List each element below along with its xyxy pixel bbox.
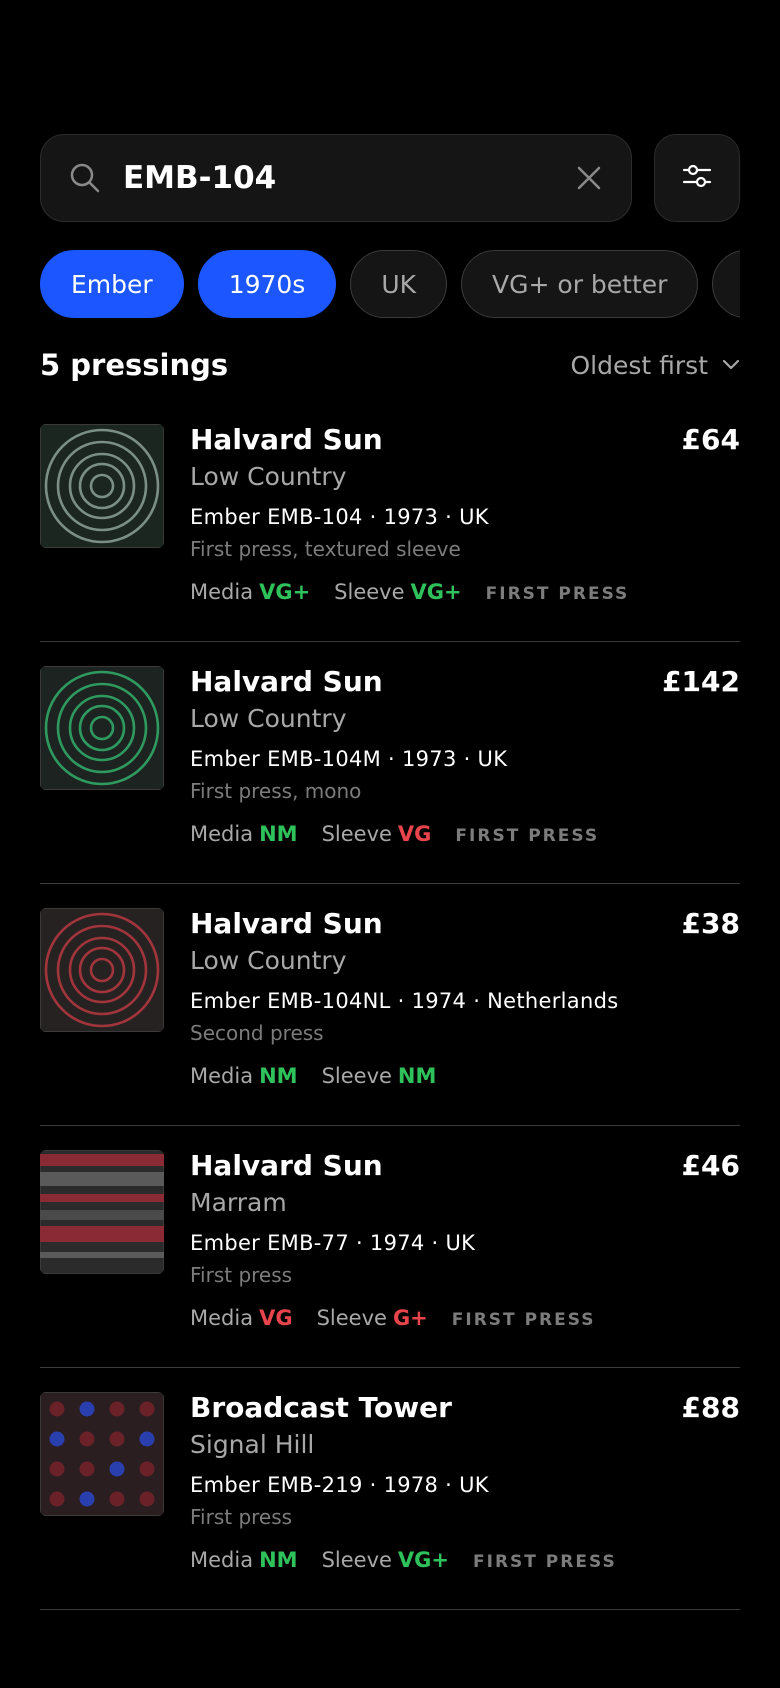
sort-label: Oldest first <box>570 350 709 380</box>
sleeve-grade: NM <box>397 1064 437 1088</box>
cover-art <box>40 1150 164 1274</box>
item-info: Halvard Sun Low Country Ember EMB-104 · 19… <box>190 422 740 608</box>
list-item[interactable]: £46 Halvard Sun Marram Ember EMB-77 · 1974 … <box>40 1126 740 1368</box>
item-album: Low Country <box>190 704 347 733</box>
item-artist: Halvard Sun <box>190 907 383 940</box>
filter-button[interactable] <box>654 134 740 222</box>
item-grades: Media NM Sleeve NM <box>190 1062 740 1090</box>
media-label: Media <box>190 580 254 604</box>
item-artist: Halvard Sun <box>190 1149 383 1182</box>
item-catalog: Ember EMB-77 · 1974 · UK <box>190 1231 476 1255</box>
cover-art <box>40 908 164 1032</box>
list-item[interactable]: £142 Halvard Sun Low Country Ember EMB-104M… <box>40 642 740 884</box>
media-label: Media <box>190 1548 254 1572</box>
item-catalog: Ember EMB-104 · 1973 · UK <box>190 505 489 529</box>
filter-chip[interactable]: UK <box>350 250 448 318</box>
list-item[interactable]: £64 Halvard Sun Low Country Ember EMB-104 ·… <box>40 400 740 642</box>
item-grades: Media VG Sleeve G+ FIRST PRESS <box>190 1304 740 1334</box>
first-press-badge: FIRST PRESS <box>451 1310 596 1330</box>
item-album: Low Country <box>190 946 347 975</box>
results-count: 5 pressings <box>40 348 229 382</box>
item-note: Second press <box>190 1021 324 1045</box>
item-artist: Halvard Sun <box>190 423 383 456</box>
search-icon <box>69 162 101 194</box>
media-grade: NM <box>259 1064 298 1088</box>
item-album: Marram <box>190 1188 287 1217</box>
item-note: First press <box>190 1263 293 1287</box>
first-press-badge: FIRST PRESS <box>485 584 630 604</box>
search-row: EMB-104 <box>40 134 740 222</box>
first-press-badge: FIRST PRESS <box>455 826 600 846</box>
filter-chip[interactable]: VG+ or better <box>461 250 699 318</box>
sleeve-grade: G+ <box>392 1306 428 1330</box>
item-info: Halvard Sun Low Country Ember EMB-104NL · … <box>190 906 740 1090</box>
media-grade: NM <box>259 1548 298 1572</box>
item-grades: Media VG+ Sleeve VG+ FIRST PRESS <box>190 578 740 608</box>
filter-chip[interactable]: 1970s <box>197 250 337 318</box>
first-press-badge: FIRST PRESS <box>473 1552 617 1572</box>
media-label: Media <box>190 1306 254 1330</box>
sleeve-label: Sleeve <box>321 1064 392 1088</box>
sliders-icon <box>682 162 712 194</box>
media-grade: NM <box>259 822 298 846</box>
sleeve-grade: VG+ <box>410 580 462 604</box>
filter-chips: Ember1970sUKVG+ or betterL <box>40 250 740 320</box>
item-grades: Media NM Sleeve VG+ FIRST PRESS <box>190 1546 740 1576</box>
cover-art <box>40 666 164 790</box>
filter-chip[interactable]: Ember <box>40 250 184 318</box>
search-input[interactable]: EMB-104 <box>40 134 632 222</box>
item-info: Broadcast Tower Signal Hill Ember EMB-219 … <box>190 1390 740 1576</box>
item-grades: Media NM Sleeve VG FIRST PRESS <box>190 820 740 850</box>
filter-chip[interactable]: L <box>712 250 740 318</box>
media-grade: VG+ <box>259 580 311 604</box>
item-catalog: Ember EMB-104NL · 1974 · Netherlands <box>190 989 619 1013</box>
sleeve-grade: VG <box>397 822 432 846</box>
sort-dropdown[interactable]: Oldest first <box>571 351 741 380</box>
search-query[interactable]: EMB-104 <box>123 160 575 196</box>
sleeve-grade: VG+ <box>397 1548 450 1572</box>
sleeve-label: Sleeve <box>334 580 405 604</box>
cover-art <box>40 1392 164 1516</box>
item-album: Low Country <box>190 462 347 491</box>
list-item[interactable]: £88 Broadcast Tower Signal Hill Ember EMB-2… <box>40 1368 740 1610</box>
cover-art <box>40 424 164 548</box>
item-catalog: Ember EMB-219 · 1978 · UK <box>190 1473 489 1497</box>
media-grade: VG <box>259 1306 293 1330</box>
results-list: £64 Halvard Sun Low Country Ember EMB-104 ·… <box>40 400 740 1610</box>
item-note: First press, mono <box>190 779 362 803</box>
clear-icon[interactable] <box>575 164 603 192</box>
list-item[interactable]: £38 Halvard Sun Low Country Ember EMB-104NL… <box>40 884 740 1126</box>
sleeve-label: Sleeve <box>316 1306 387 1330</box>
item-artist: Halvard Sun <box>190 665 383 698</box>
item-info: Halvard Sun Low Country Ember EMB-104M · 1… <box>190 664 740 850</box>
sleeve-label: Sleeve <box>321 1548 392 1572</box>
media-label: Media <box>190 822 254 846</box>
chevron-down-icon <box>722 359 740 370</box>
item-artist: Broadcast Tower <box>190 1391 452 1424</box>
item-album: Signal Hill <box>190 1430 315 1459</box>
item-catalog: Ember EMB-104M · 1973 · UK <box>190 747 508 771</box>
item-info: Halvard Sun Marram Ember EMB-77 · 1974 · U… <box>190 1148 740 1334</box>
item-note: First press <box>190 1505 293 1529</box>
results-header: 5 pressings Oldest first <box>40 345 740 385</box>
media-label: Media <box>190 1064 254 1088</box>
item-note: First press, textured sleeve <box>190 537 461 561</box>
sleeve-label: Sleeve <box>321 822 392 846</box>
